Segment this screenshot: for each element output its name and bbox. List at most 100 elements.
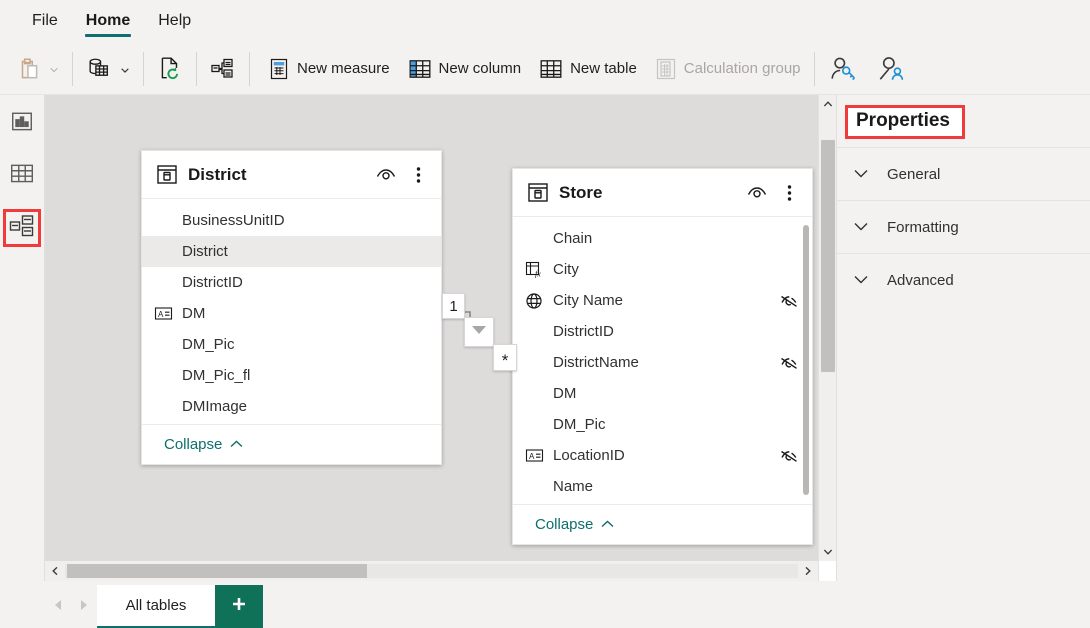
new-column-button[interactable]: New column [399,49,531,89]
calculations-group: New measure New column New table Calcula… [254,43,819,95]
field-row[interactable]: DistrictID [513,316,812,347]
canvas-hscroll-thumb[interactable] [67,564,367,578]
ribbon-tab-home[interactable]: Home [72,0,144,43]
canvas-vscroll-thumb[interactable] [821,140,835,372]
chevron-down-icon[interactable] [853,219,869,236]
add-page-button[interactable] [215,585,263,628]
svg-text:A: A [158,310,164,319]
table-card-header-store[interactable]: Store [513,169,812,217]
new-column-table-icon [408,58,432,80]
properties-title-wrap: Properties [837,95,1090,147]
paste-button[interactable] [0,49,68,89]
field-row[interactable]: DistrictID [142,267,441,298]
table-card-store[interactable]: Store Chain fx City City Name DistrictID… [512,168,813,545]
new-measure-button[interactable]: New measure [254,49,399,89]
toolbar-divider-5 [813,51,815,86]
field-row[interactable]: A DM [142,298,441,329]
field-label: DistrictID [553,323,614,340]
globe-icon [523,292,545,310]
field-icon-none [152,367,174,385]
relationship-cardinality-from[interactable]: 1 [442,293,465,319]
manage-relationships-button[interactable] [201,49,245,89]
paste-chevron-down-icon[interactable] [49,64,59,74]
field-list-scrollbar[interactable] [803,225,809,495]
field-row[interactable]: Chain [513,223,812,254]
toolbar-divider-3 [196,51,197,86]
properties-section-formatting[interactable]: Formatting [837,200,1090,253]
field-label: DM_Pic_fl [182,367,251,384]
refresh-button[interactable] [148,49,192,89]
field-row[interactable]: BusinessUnitID [142,205,441,236]
properties-section-advanced[interactable]: Advanced [837,253,1090,306]
chevron-down-icon[interactable] [853,272,869,289]
sidebar-item-model-view[interactable] [3,209,41,247]
ribbon-tab-file[interactable]: File [18,0,72,43]
hidden-eye-slash-icon[interactable] [778,354,800,372]
field-row[interactable]: DistrictName [513,347,812,378]
field-list-store[interactable]: Chain fx City City Name DistrictID Distr… [513,217,812,504]
field-label: DM [182,305,206,322]
scroll-down-chevron-down-icon[interactable] [819,543,837,561]
field-row[interactable]: A LocationID [513,440,812,471]
eye-icon[interactable] [746,184,768,202]
chevron-down-icon[interactable] [853,166,869,183]
view-as-button[interactable] [867,49,922,89]
properties-pane: Properties General Formatting Advanced [836,95,1090,628]
field-row[interactable]: DM [513,378,812,409]
hidden-eye-slash-icon[interactable] [778,292,800,310]
new-table-button[interactable]: New table [530,49,646,89]
triangle-left-icon[interactable] [49,596,67,614]
field-row[interactable]: City Name [513,285,812,316]
field-row[interactable]: DM_Pic [142,329,441,360]
field-icon-none [152,398,174,416]
field-row[interactable]: Name [513,471,812,502]
more-vertical-icon[interactable] [407,165,429,185]
scroll-left-chevron-left-icon[interactable] [45,561,65,581]
collapse-button-district[interactable]: Collapse [142,424,441,464]
canvas-vertical-scrollbar[interactable] [818,95,836,561]
plus-icon [230,595,248,618]
field-icon-none [523,478,545,496]
get-data-button[interactable] [77,49,139,89]
chevron-up-icon [229,436,244,453]
field-row[interactable]: DMImage [142,391,441,422]
collapse-button-store[interactable]: Collapse [513,504,812,544]
calculation-group-button[interactable]: Calculation group [646,49,810,89]
toolbar-divider [72,51,73,86]
canvas-horizontal-scrollbar[interactable] [45,561,818,581]
model-canvas[interactable]: District BusinessUnitID District Distric… [45,95,818,561]
calculation-group-label: Calculation group [683,60,801,77]
sidebar-item-report-view[interactable] [5,107,39,141]
field-row[interactable]: DM_Pic_fl [142,360,441,391]
field-label: DM [553,385,577,402]
ribbon-tab-help[interactable]: Help [144,0,205,43]
get-data-chevron-down-icon[interactable] [120,64,130,74]
page-tab-all-tables[interactable]: All tables [97,585,215,628]
manage-roles-button[interactable] [819,49,867,89]
table-card-title: District [188,164,247,184]
relationship-filter-direction-button[interactable] [464,317,494,347]
triangle-right-icon[interactable] [75,596,93,614]
sidebar-item-data-view[interactable] [5,159,39,193]
table-card-header-district[interactable]: District [142,151,441,199]
field-icon-none [523,354,545,372]
field-label: DM_Pic [553,416,606,433]
relationship-cardinality-to[interactable]: * [493,344,517,371]
clipboard-paste-icon [16,56,42,82]
properties-section-general[interactable]: General [837,147,1090,200]
scroll-up-chevron-up-icon[interactable] [819,95,837,113]
security-group [819,43,922,95]
page-title: Properties [845,105,965,139]
eye-icon[interactable] [375,166,397,184]
field-row-selected[interactable]: District [142,236,441,267]
field-row[interactable]: fx City [513,254,812,285]
field-list-district[interactable]: BusinessUnitID District DistrictID A DM … [142,199,441,424]
new-table-label: New table [570,60,637,77]
scroll-right-chevron-right-icon[interactable] [798,561,818,581]
more-vertical-icon[interactable] [778,183,800,203]
table-card-district[interactable]: District BusinessUnitID District Distric… [141,150,442,465]
scrollbar-corner [818,561,836,581]
hidden-eye-slash-icon[interactable] [778,447,800,465]
refresh-icon [157,56,183,82]
field-row[interactable]: DM_Pic [513,409,812,440]
